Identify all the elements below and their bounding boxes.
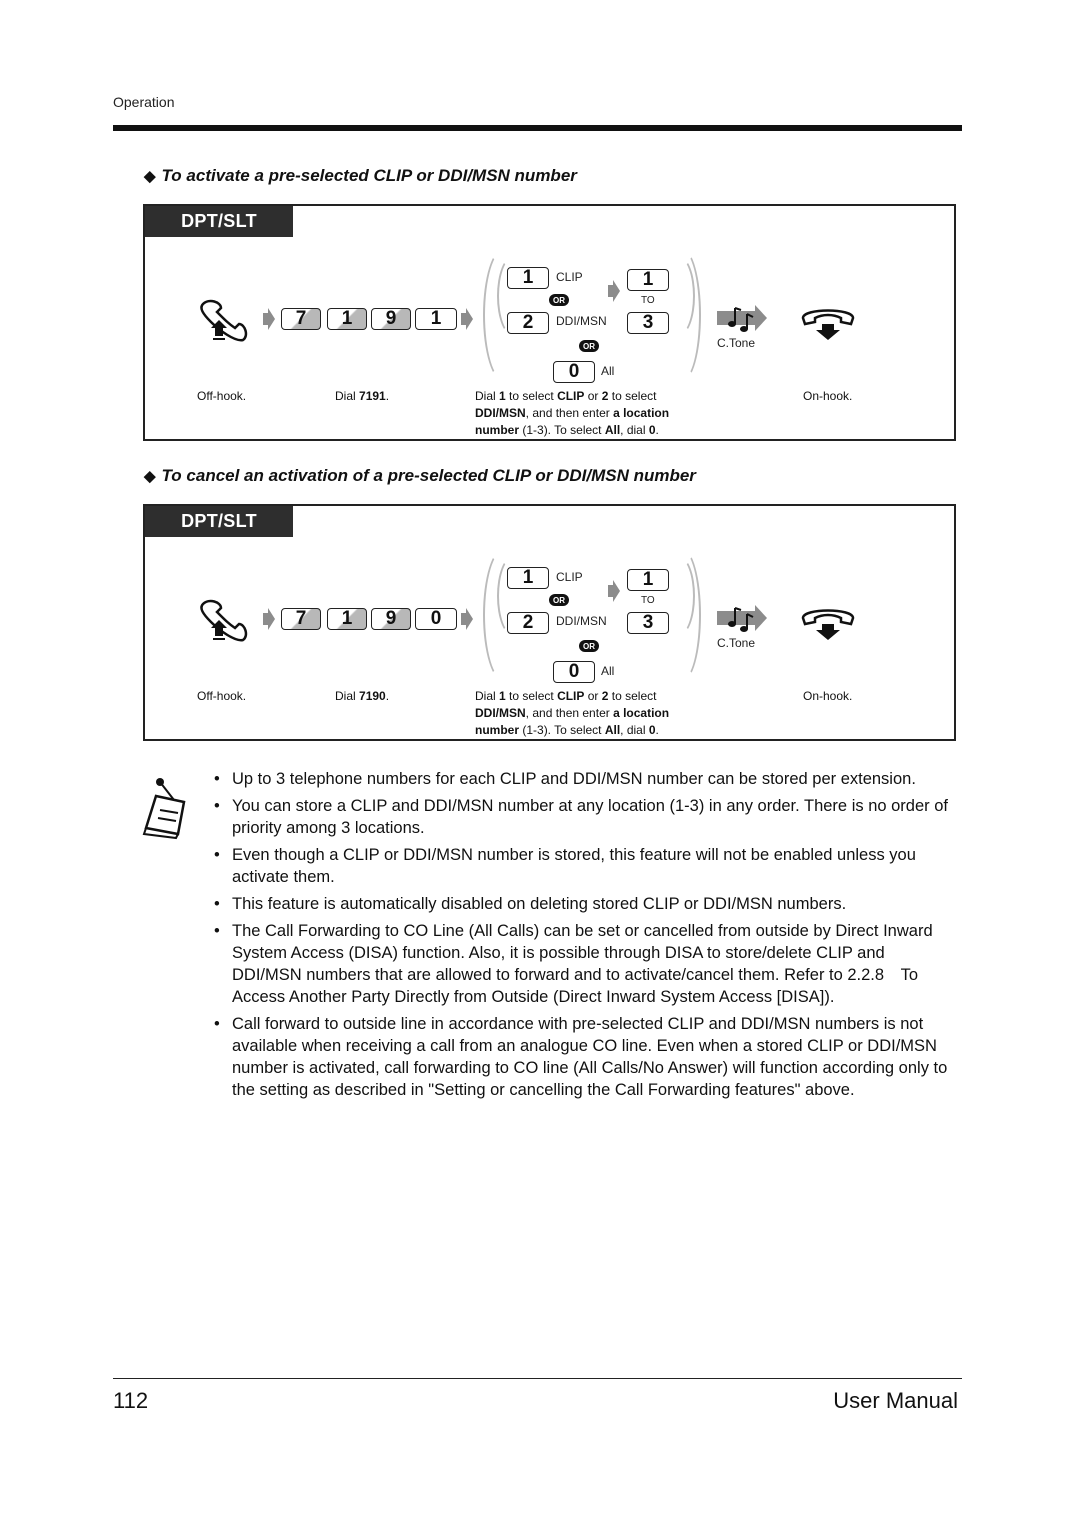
note-item: You can store a CLIP and DDI/MSN number …: [214, 795, 958, 839]
off-hook-phone-icon: [200, 299, 248, 342]
step-arrow-icon: [263, 308, 275, 330]
note-item: This feature is automatically disabled o…: [214, 893, 958, 915]
all-key: 0: [553, 661, 595, 683]
ddi-label: DDI/MSN: [556, 614, 607, 628]
to-label: TO: [641, 295, 655, 306]
ddi-label: DDI/MSN: [556, 314, 607, 328]
running-head: Operation: [113, 94, 175, 110]
dial-key: 1: [327, 608, 367, 630]
procedure-panel: DPT/SLT 7 1 9 1 1 CLIP OR 2 DDI/MSN 1 TO 3 OR 0 All C.…: [143, 204, 956, 441]
section-heading: ◆ To cancel an activation of a pre-select…: [144, 466, 696, 485]
ddi-key: 2: [507, 312, 549, 334]
confirmation-tone-icon: [717, 305, 767, 332]
note-item: Even though a CLIP or DDI/MSN number is …: [214, 844, 958, 888]
caption-dial: Dial 7190.: [335, 689, 390, 703]
dial-key: 9: [371, 608, 411, 630]
location-from-key: 1: [627, 269, 669, 291]
note-item: The Call Forwarding to CO Line (All Call…: [214, 920, 958, 1008]
phone-type-tab: DPT/SLT: [145, 506, 293, 537]
location-from-key: 1: [627, 569, 669, 591]
step-arrow-icon: [608, 580, 620, 602]
on-hook-phone-icon: [801, 609, 855, 640]
step-arrow-icon: [263, 608, 275, 630]
or-badge: OR: [549, 294, 569, 306]
step-arrow-icon: [608, 280, 620, 302]
clip-label: CLIP: [556, 570, 583, 584]
doc-title: User Manual: [833, 1388, 958, 1413]
step-arrow-icon: [461, 308, 473, 330]
dial-key: 9: [371, 308, 411, 330]
diamond-bullet-icon: ◆: [144, 168, 156, 185]
dial-key: 7: [281, 308, 321, 330]
location-to-key: 3: [627, 312, 669, 334]
step-arrow-icon: [461, 608, 473, 630]
note-icon: [138, 772, 196, 845]
caption-off-hook: Off-hook.: [197, 389, 247, 403]
clip-label: CLIP: [556, 270, 583, 284]
confirmation-tone-icon: [717, 605, 767, 632]
all-label: All: [601, 664, 615, 678]
notes-list: Up to 3 telephone numbers for each CLIP …: [214, 768, 958, 1106]
clip-key: 1: [507, 267, 549, 289]
to-label: TO: [641, 595, 655, 606]
dial-key: 1: [327, 308, 367, 330]
dial-key: 7: [281, 608, 321, 630]
diamond-bullet-icon: ◆: [144, 468, 156, 485]
bottom-rule: [113, 1378, 962, 1379]
location-to-key: 3: [627, 612, 669, 634]
all-label: All: [601, 364, 615, 378]
or-badge: OR: [579, 340, 599, 352]
clip-key: 1: [507, 567, 549, 589]
section-heading: ◆ To activate a pre-selected CLIP or DDI/…: [144, 166, 577, 185]
note-item: Call forward to outside line in accordan…: [214, 1013, 958, 1101]
caption-on-hook: On-hook.: [803, 689, 853, 703]
page-number: 112: [113, 1388, 149, 1413]
caption-dial: Dial 7191.: [335, 389, 390, 403]
dial-key: 0: [415, 608, 457, 630]
caption-select: Dial 1 to select CLIP or 2 to select DDI…: [475, 389, 670, 437]
caption-on-hook: On-hook.: [803, 389, 853, 403]
off-hook-phone-icon: [200, 599, 248, 642]
dial-key: 1: [415, 308, 457, 330]
caption-off-hook: Off-hook.: [197, 689, 247, 703]
procedure-panel: DPT/SLT 7 1 9 0 1 CLIP OR 2 DDI/MSN 1 TO 3 OR 0 All C.…: [143, 504, 956, 741]
tone-label: C.Tone: [717, 336, 756, 350]
top-rule: [113, 125, 962, 131]
all-key: 0: [553, 361, 595, 383]
or-badge: OR: [579, 640, 599, 652]
on-hook-phone-icon: [801, 309, 855, 340]
caption-select: Dial 1 to select CLIP or 2 to select DDI…: [475, 689, 670, 737]
or-badge: OR: [549, 594, 569, 606]
ddi-key: 2: [507, 612, 549, 634]
note-item: Up to 3 telephone numbers for each CLIP …: [214, 768, 958, 790]
phone-type-tab: DPT/SLT: [145, 206, 293, 237]
tone-label: C.Tone: [717, 636, 756, 650]
